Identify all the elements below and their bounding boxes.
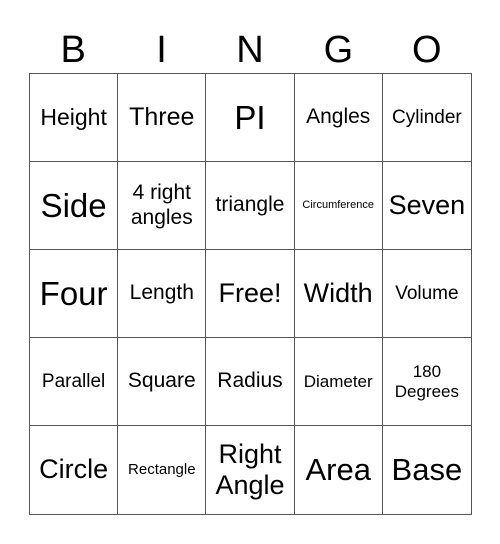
bingo-cell: Radius [206, 338, 295, 426]
bingo-cell: Width [294, 250, 383, 338]
bingo-cell: 4 right angles [118, 162, 207, 250]
header-letter-n: N [236, 29, 264, 71]
bingo-cell: Side [30, 162, 119, 250]
header-letter-i: I [156, 29, 167, 71]
bingo-cell: Rectangle [118, 426, 207, 514]
header-letter-b: B [60, 29, 86, 71]
bingo-cell: Right Angle [206, 426, 295, 514]
bingo-cell: Cylinder [382, 74, 471, 162]
bingo-cell: Circle [30, 426, 119, 514]
bingo-cell: Volume [382, 250, 471, 338]
bingo-cell-free: Free! [206, 250, 295, 338]
bingo-cell: Area [295, 426, 383, 514]
bingo-cell: 180 Degrees [382, 338, 471, 426]
bingo-cell: Parallel [30, 338, 119, 426]
bingo-cell: Three [118, 74, 207, 162]
bingo-cell: triangle [206, 162, 295, 250]
bingo-cell: Four [30, 250, 119, 338]
header-letter-o: O [411, 29, 442, 71]
header-letter-g: G [323, 29, 354, 71]
bingo-cell: Circumference [294, 162, 383, 250]
bingo-card-grid: Height Three PI Angles Cylinder Side 4 r… [29, 73, 472, 515]
bingo-cell: Square [118, 338, 207, 426]
bingo-cell: PI [206, 74, 295, 162]
bingo-cell: Height [30, 74, 119, 162]
bingo-cell: Length [118, 250, 207, 338]
bingo-cell: Diameter [294, 338, 383, 426]
bingo-cell: Seven [382, 162, 471, 250]
bingo-cell: Base [391, 452, 463, 488]
bingo-header: B I N G O [29, 28, 471, 72]
bingo-cell: Angles [294, 74, 383, 162]
